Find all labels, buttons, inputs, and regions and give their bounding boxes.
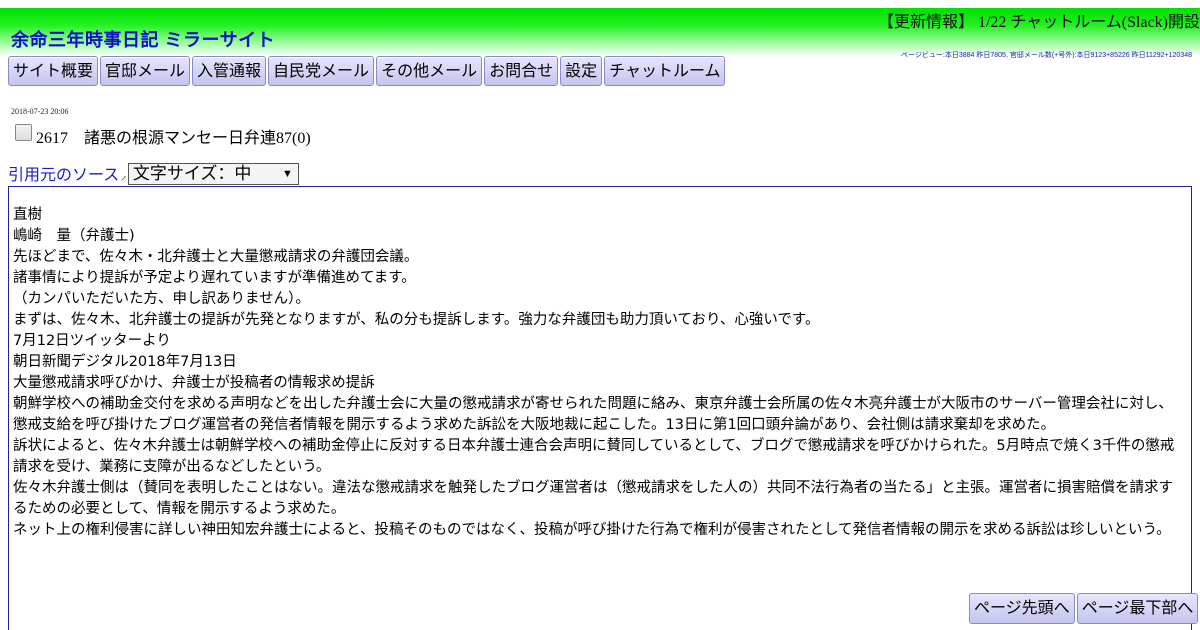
news-ticker[interactable]: 【更新情報】 1/22 チャットルーム(Slack)開設 1: [878, 8, 1200, 32]
article-paragraph: 訴状によると、佐々木弁護士は朝鮮学校への補助金停止に反対する日本弁護士連合会声明…: [13, 438, 1175, 475]
post-date: 2018-07-23 20:06: [11, 107, 69, 116]
article-paragraph: 7月12日ツイッターより: [13, 333, 171, 349]
article-box: 直樹 嶋崎 量（弁護士) 先ほどまで、佐々木・北弁護士と大量懲戒請求の弁護団会議…: [8, 186, 1192, 630]
article-paragraph: 大量懲戒請求呼びかけ、弁護士が投稿者の情報求め提訴: [13, 375, 375, 391]
page-bottom-button[interactable]: ページ最下部へ: [1076, 593, 1199, 624]
external-link-icon: ↗: [120, 174, 127, 183]
article-paragraph: まずは、佐々木、北弁護士の提訴が先発となりますが、私の分も提訴します。強力な弁護…: [13, 312, 820, 328]
article-paragraph: ネット上の権利侵害に詳しい神田知宏弁護士によると、投稿そのものではなく、投稿が呼…: [13, 522, 1171, 538]
article-paragraph: 嶋崎 量（弁護士): [13, 228, 135, 244]
post-title: 2617 諸悪の根源マンセー日弁連87(0): [36, 130, 311, 147]
article-paragraph: （カンパいただいた方、申し訳ありません）。: [13, 291, 310, 307]
source-row: 引用元のソース ↗ 文字サイズ：中 ▼: [8, 161, 299, 185]
article-paragraph: 朝鮮学校への補助金交付を求める声明などを出した弁護士会に大量の懲戒請求が寄せられ…: [13, 396, 1173, 433]
page: 【更新情報】 1/22 チャットルーム(Slack)開設 1 余命三年時事日記 …: [0, 0, 1200, 630]
nav-settings-button[interactable]: 設定: [560, 56, 603, 86]
article-paragraph: 佐々木弁護士側は（賛同を表明したことはない。違法な懲戒請求を触発したブログ運営者…: [13, 480, 1173, 517]
article-paragraph: 直樹: [13, 207, 42, 223]
main-nav: サイト概要 官邸メール 入管通報 自民党メール その他メール お問合せ 設定 チ…: [8, 56, 726, 88]
font-size-select-value: 文字サイズ：中: [132, 164, 252, 183]
pageview-stats: ページビュー:本日3884 昨日7805, 官邸メール数(+号外):本日9123…: [901, 52, 1192, 59]
nav-immigration-report-button[interactable]: 入管通報: [192, 56, 267, 86]
nav-kantei-mail-button[interactable]: 官邸メール: [100, 56, 191, 86]
article-paragraph: 諸事情により提訴が予定より遅れていますが準備進めてます。: [13, 270, 416, 286]
post-title-row: 2617 諸悪の根源マンセー日弁連87(0): [15, 120, 311, 147]
nav-chatroom-button[interactable]: チャットルーム: [604, 56, 726, 86]
post-checkbox[interactable]: [15, 123, 32, 141]
site-header: 【更新情報】 1/22 チャットルーム(Slack)開設 1 余命三年時事日記 …: [0, 8, 1200, 59]
article-body: 直樹 嶋崎 量（弁護士) 先ほどまで、佐々木・北弁護士と大量懲戒請求の弁護団会議…: [13, 205, 1187, 541]
jump-buttons: ページ先頭へ ページ最下部へ: [969, 593, 1199, 624]
nav-site-overview-button[interactable]: サイト概要: [8, 56, 99, 86]
page-top-button[interactable]: ページ先頭へ: [969, 593, 1075, 624]
site-title[interactable]: 余命三年時事日記 ミラーサイト: [11, 26, 275, 52]
article-paragraph: 先ほどまで、佐々木・北弁護士と大量懲戒請求の弁護団会議。: [13, 249, 419, 265]
article-paragraph: 朝日新聞デジタル2018年7月13日: [13, 354, 237, 370]
nav-contact-button[interactable]: お問合せ: [484, 56, 559, 86]
nav-ldp-mail-button[interactable]: 自民党メール: [268, 56, 375, 86]
font-size-select[interactable]: 文字サイズ：中 ▼: [127, 163, 299, 185]
source-link[interactable]: 引用元のソース: [8, 161, 119, 185]
nav-other-mail-button[interactable]: その他メール: [376, 56, 483, 86]
chevron-down-icon: ▼: [282, 168, 293, 180]
